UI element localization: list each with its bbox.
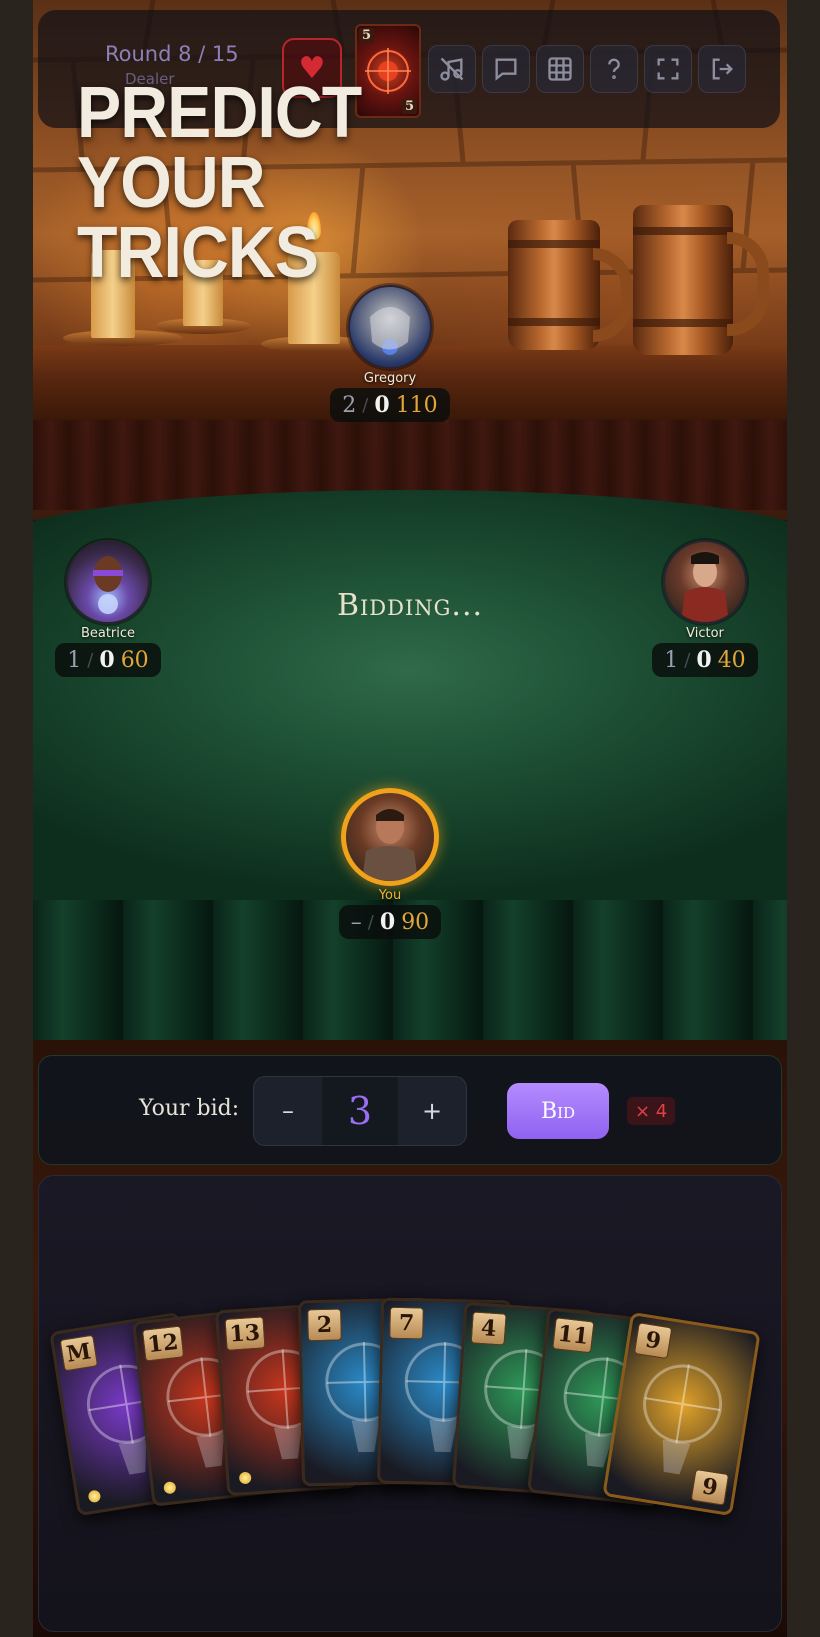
decrement-bid-button[interactable]: – <box>254 1077 322 1145</box>
score-bid: 1 <box>664 647 679 673</box>
score-tricks-won: 0 <box>99 647 115 673</box>
score-separator: / <box>87 649 94 671</box>
chat-icon <box>495 58 517 81</box>
card-rank: 2 <box>307 1308 342 1341</box>
player-gregory: Gregory 2 / 0 110 <box>330 285 450 422</box>
score-separator: / <box>362 394 369 416</box>
score-bid: 2 <box>342 392 357 418</box>
headline-line-2: YOUR <box>77 143 266 223</box>
help-button[interactable] <box>590 45 638 93</box>
player-name: You <box>378 888 402 903</box>
player-score: – / 0 90 <box>338 905 442 939</box>
scoreboard-button[interactable] <box>536 45 584 93</box>
fullscreen-button[interactable] <box>644 45 692 93</box>
score-points: 110 <box>395 392 438 418</box>
trump-rank-bottom: 5 <box>401 99 417 114</box>
tankard <box>633 205 733 355</box>
exit-button[interactable] <box>698 45 746 93</box>
card-rank: 4 <box>470 1311 507 1346</box>
player-score: 1 / 0 60 <box>55 643 161 677</box>
score-tricks-won: 0 <box>374 392 390 418</box>
avatar-portrait <box>370 307 410 355</box>
mute-sound-icon <box>440 57 464 81</box>
game-status: Bidding... <box>336 588 484 623</box>
scoreboard-icon <box>548 57 572 81</box>
bid-panel: Your bid: – 3 + Bid × 4 <box>38 1055 782 1165</box>
player-name: Victor <box>686 626 724 641</box>
exit-icon <box>712 58 733 80</box>
bid-value: 3 <box>322 1077 398 1145</box>
player-you: You – / 0 90 <box>330 788 450 939</box>
avatar <box>348 285 432 369</box>
card-rank: 7 <box>389 1306 424 1340</box>
round-indicator: Round 8 / 15 <box>105 42 239 66</box>
player-name: Gregory <box>363 371 417 386</box>
headline: PREDICT YOUR TRICKS <box>77 73 362 293</box>
card-rank-bottom: 9 <box>690 1468 730 1506</box>
bid-label: Your bid: <box>139 1096 240 1121</box>
score-points: 60 <box>120 647 149 673</box>
player-score: 2 / 0 110 <box>330 388 450 422</box>
card-rank: 11 <box>552 1316 595 1353</box>
avatar <box>341 788 439 886</box>
bid-stepper: – 3 + <box>253 1076 467 1146</box>
score-points: 40 <box>717 647 746 673</box>
score-points: 90 <box>401 909 430 935</box>
card-rank: M <box>59 1334 99 1372</box>
avatar-portrait <box>362 809 418 881</box>
increment-bid-button[interactable]: + <box>398 1077 466 1145</box>
chat-button[interactable] <box>482 45 530 93</box>
headline-line-1: PREDICT <box>77 73 362 153</box>
card-rank: 9 <box>633 1322 673 1360</box>
game-stage: Round 8 / 15 Dealer ♥ 5 5 PREDICT YOUR T… <box>33 0 787 1637</box>
multiplier-badge: × 4 <box>627 1097 676 1125</box>
help-icon <box>608 58 620 80</box>
score-separator: / <box>684 649 691 671</box>
submit-bid-button[interactable]: Bid <box>507 1083 609 1139</box>
gold-suit-emblem <box>643 1364 723 1475</box>
trump-rank-top: 5 <box>359 28 375 43</box>
score-tricks-won: 0 <box>379 909 396 935</box>
fullscreen-icon <box>657 58 679 80</box>
score-tricks-won: 0 <box>696 647 712 673</box>
score-separator: / <box>367 911 374 933</box>
headline-line-3: TRICKS <box>77 213 319 293</box>
card-rank: 12 <box>141 1325 184 1362</box>
score-bid: – <box>350 909 362 935</box>
score-bid: 1 <box>67 647 82 673</box>
mute-sound-button[interactable] <box>428 45 476 93</box>
card-rank: 13 <box>224 1316 266 1352</box>
tankard <box>508 220 600 350</box>
player-score: 1 / 0 40 <box>652 643 758 677</box>
trump-card: 5 5 <box>355 24 421 118</box>
player-name: Beatrice <box>80 626 136 641</box>
